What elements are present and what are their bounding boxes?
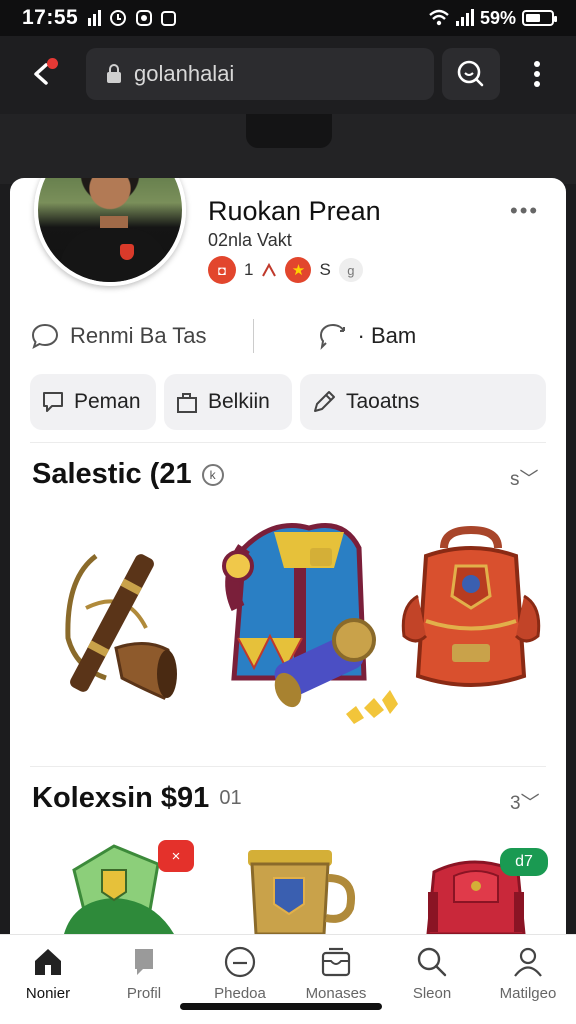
- user-icon: [514, 947, 542, 977]
- blue-armor-item[interactable]: [214, 518, 404, 738]
- profile-subtitle: 02nla Vakt: [208, 230, 292, 250]
- pill-button-2[interactable]: Belkiin: [164, 374, 292, 430]
- section-divider: [30, 766, 546, 767]
- message-action[interactable]: Renmi Ba Tas: [30, 321, 207, 351]
- section-title-text: Kolexsin $91: [32, 782, 210, 814]
- search-icon: [417, 947, 447, 977]
- nav-label: Nonier: [25, 985, 71, 1002]
- info-icon[interactable]: k: [201, 463, 224, 486]
- share-bubble-icon: [319, 323, 345, 350]
- profile-chat-icon: [135, 949, 153, 975]
- section-title-1: Salestic (21 k: [32, 458, 224, 491]
- speech-icon: [43, 392, 63, 412]
- search-button[interactable]: [442, 48, 500, 100]
- signal-icon: [455, 9, 474, 26]
- home-indicator[interactable]: [180, 1003, 382, 1010]
- nav-messages[interactable]: Monases: [288, 935, 384, 1024]
- nav-label: Monases: [305, 985, 367, 1002]
- battery-percent: 59%: [479, 7, 516, 28]
- pill-label: Taoatns: [346, 390, 420, 413]
- back-button[interactable]: [22, 54, 62, 94]
- rank-arrow-icon: [262, 262, 277, 277]
- status-notification-icons: [88, 9, 177, 27]
- url-bar[interactable]: golanhalai: [86, 48, 434, 100]
- nav-account[interactable]: Matilgeo: [480, 935, 576, 1024]
- signal-small-icon: [88, 10, 102, 26]
- grey-badge: g: [338, 258, 363, 282]
- section-divider: [30, 442, 546, 443]
- count-badge: d7: [500, 848, 548, 876]
- bottom-navigation: Nonier Profil Phedoa Monases Sleon Matil…: [0, 934, 576, 1024]
- profile-name: Ruokan Prean: [208, 196, 381, 226]
- badge-code: S: [319, 260, 331, 279]
- app-notification-icon: [136, 10, 153, 26]
- browser-toolbar: golanhalai: [0, 36, 576, 114]
- inbox-icon: [321, 947, 351, 977]
- bag-icon: [177, 393, 197, 413]
- share-action[interactable]: · Bam: [318, 321, 417, 351]
- clock-icon: [224, 946, 256, 978]
- notification-icon: [110, 10, 127, 26]
- chevron-down-icon: ﹀: [519, 469, 539, 490]
- avatar-crest: [120, 244, 134, 260]
- pill-label: Peman: [74, 390, 141, 413]
- level-badge-icon: ◘: [208, 256, 236, 284]
- profile-pill-buttons: Peman Belkiin Taoatns: [30, 374, 548, 430]
- red-armor-item[interactable]: [396, 526, 546, 696]
- nav-profile[interactable]: Profil: [96, 935, 192, 1024]
- message-action-label: Renmi Ba Tas: [70, 323, 207, 348]
- avatar[interactable]: [34, 178, 186, 286]
- section-2-expand[interactable]: 3﹀: [510, 788, 540, 815]
- status-right: 59%: [428, 7, 557, 29]
- home-icon: [35, 949, 61, 975]
- camera-notch: [246, 114, 332, 148]
- action-divider: [252, 319, 254, 353]
- url-text: golanhalai: [134, 61, 235, 86]
- pill-button-1[interactable]: Peman: [30, 374, 156, 430]
- notification-dot: [47, 58, 58, 69]
- action-row: Renmi Ba Tas · Bam: [30, 316, 550, 356]
- badge-count: 1: [244, 260, 254, 279]
- nav-label: Phedoa: [214, 985, 266, 1002]
- pill-button-3[interactable]: Taoatns: [300, 374, 546, 430]
- profile-card: Ruokan Prean 02nla Vakt ◘ 1 ★ S g ••• Re…: [10, 178, 566, 1024]
- new-item-badge: ×: [158, 840, 194, 872]
- status-bar: 17:55 59%: [0, 0, 576, 36]
- star-badge-icon: ★: [285, 257, 312, 283]
- search-icon: [457, 60, 484, 87]
- gold-mug-item[interactable]: [240, 848, 360, 934]
- pen-icon: [314, 391, 335, 412]
- chat-bubble-icon: [31, 323, 59, 350]
- square-notification-icon: [161, 10, 177, 26]
- card-more-button[interactable]: •••: [510, 198, 539, 224]
- battery-icon: [522, 10, 557, 26]
- brass-horn-item[interactable]: [46, 538, 186, 708]
- share-action-label: · Bam: [357, 323, 417, 348]
- nav-home[interactable]: Nonier: [0, 935, 96, 1024]
- nav-label: Sleon: [412, 985, 452, 1002]
- wifi-icon: [429, 9, 449, 26]
- chevron-down-icon: ﹀: [520, 793, 540, 814]
- info-icon[interactable]: 01: [219, 787, 241, 810]
- nav-label: Profil: [126, 985, 162, 1002]
- avatar-shirt: [60, 228, 168, 282]
- section-1-expand[interactable]: s﹀: [510, 464, 539, 491]
- section-title-2: Kolexsin $91 01: [32, 782, 242, 815]
- profile-badges: ◘ 1 ★ S g: [208, 256, 363, 284]
- nav-search[interactable]: Sleon: [384, 935, 480, 1024]
- vertical-dots-icon: [534, 61, 540, 87]
- nav-photos[interactable]: Phedoa: [192, 935, 288, 1024]
- status-time: 17:55: [22, 6, 79, 29]
- pill-label: Belkiin: [208, 390, 270, 413]
- browser-menu-button[interactable]: [520, 54, 554, 94]
- nav-label: Matilgeo: [499, 985, 557, 1002]
- section-title-text: Salestic (21: [32, 458, 192, 490]
- lock-icon: [107, 64, 121, 83]
